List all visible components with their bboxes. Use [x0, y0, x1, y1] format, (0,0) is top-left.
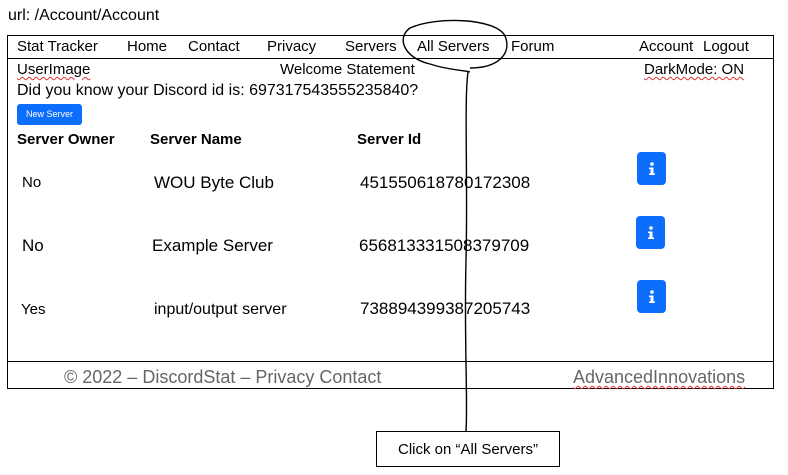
header-server-id: Server Id — [357, 131, 422, 148]
nav-brand[interactable]: Stat Tracker — [17, 38, 98, 55]
info-icon — [648, 161, 655, 175]
footer-company: AdvancedInnovations — [573, 367, 746, 387]
nav-account[interactable]: Account — [639, 38, 693, 55]
row1-owner: No — [22, 174, 42, 191]
row2-info-button[interactable] — [636, 216, 665, 249]
row2-id: 656813331508379709 — [359, 236, 530, 255]
info-icon — [648, 289, 655, 303]
header-server-owner: Server Owner — [17, 131, 115, 148]
nav-privacy[interactable]: Privacy — [267, 38, 316, 55]
darkmode-toggle[interactable]: DarkMode: ON — [644, 61, 744, 78]
row1-id: 451550618780172308 — [360, 173, 531, 192]
new-server-button[interactable]: New Server — [17, 104, 82, 125]
annotation-callout: Click on “All Servers” — [376, 431, 560, 467]
nav-contact[interactable]: Contact — [188, 38, 240, 55]
annotation-callout-text: Click on “All Servers” — [397, 440, 539, 458]
nav-forum[interactable]: Forum — [511, 38, 554, 55]
row2-name: Example Server — [152, 236, 273, 255]
row3-id: 738894399387205743 — [360, 299, 531, 318]
row2-owner: No — [22, 236, 44, 255]
darkmode-label: DarkMode: ON — [644, 61, 745, 78]
user-image-placeholder: UserImage — [17, 61, 91, 78]
row1-name: WOU Byte Club — [154, 173, 274, 192]
discord-id-text: Did you know your Discord id is: 6973175… — [17, 82, 419, 99]
footer-copyright: © 2022 – DiscordStat – Privacy Contact — [64, 367, 382, 387]
header-server-name: Server Name — [150, 131, 242, 148]
welcome-statement: Welcome Statement — [280, 61, 415, 78]
url-label: url: /Account/Account — [8, 7, 160, 24]
row3-name: input/output server — [154, 301, 287, 318]
row1-info-button[interactable] — [637, 152, 666, 185]
nav-divider — [8, 58, 773, 59]
row3-owner: Yes — [21, 301, 46, 318]
nav-logout[interactable]: Logout — [703, 38, 749, 55]
row3-info-button[interactable] — [637, 280, 666, 313]
nav-servers[interactable]: Servers — [345, 38, 397, 55]
info-icon — [647, 225, 654, 239]
nav-all-servers[interactable]: All Servers — [417, 38, 490, 55]
footer-divider — [8, 361, 773, 362]
nav-home[interactable]: Home — [127, 38, 167, 55]
